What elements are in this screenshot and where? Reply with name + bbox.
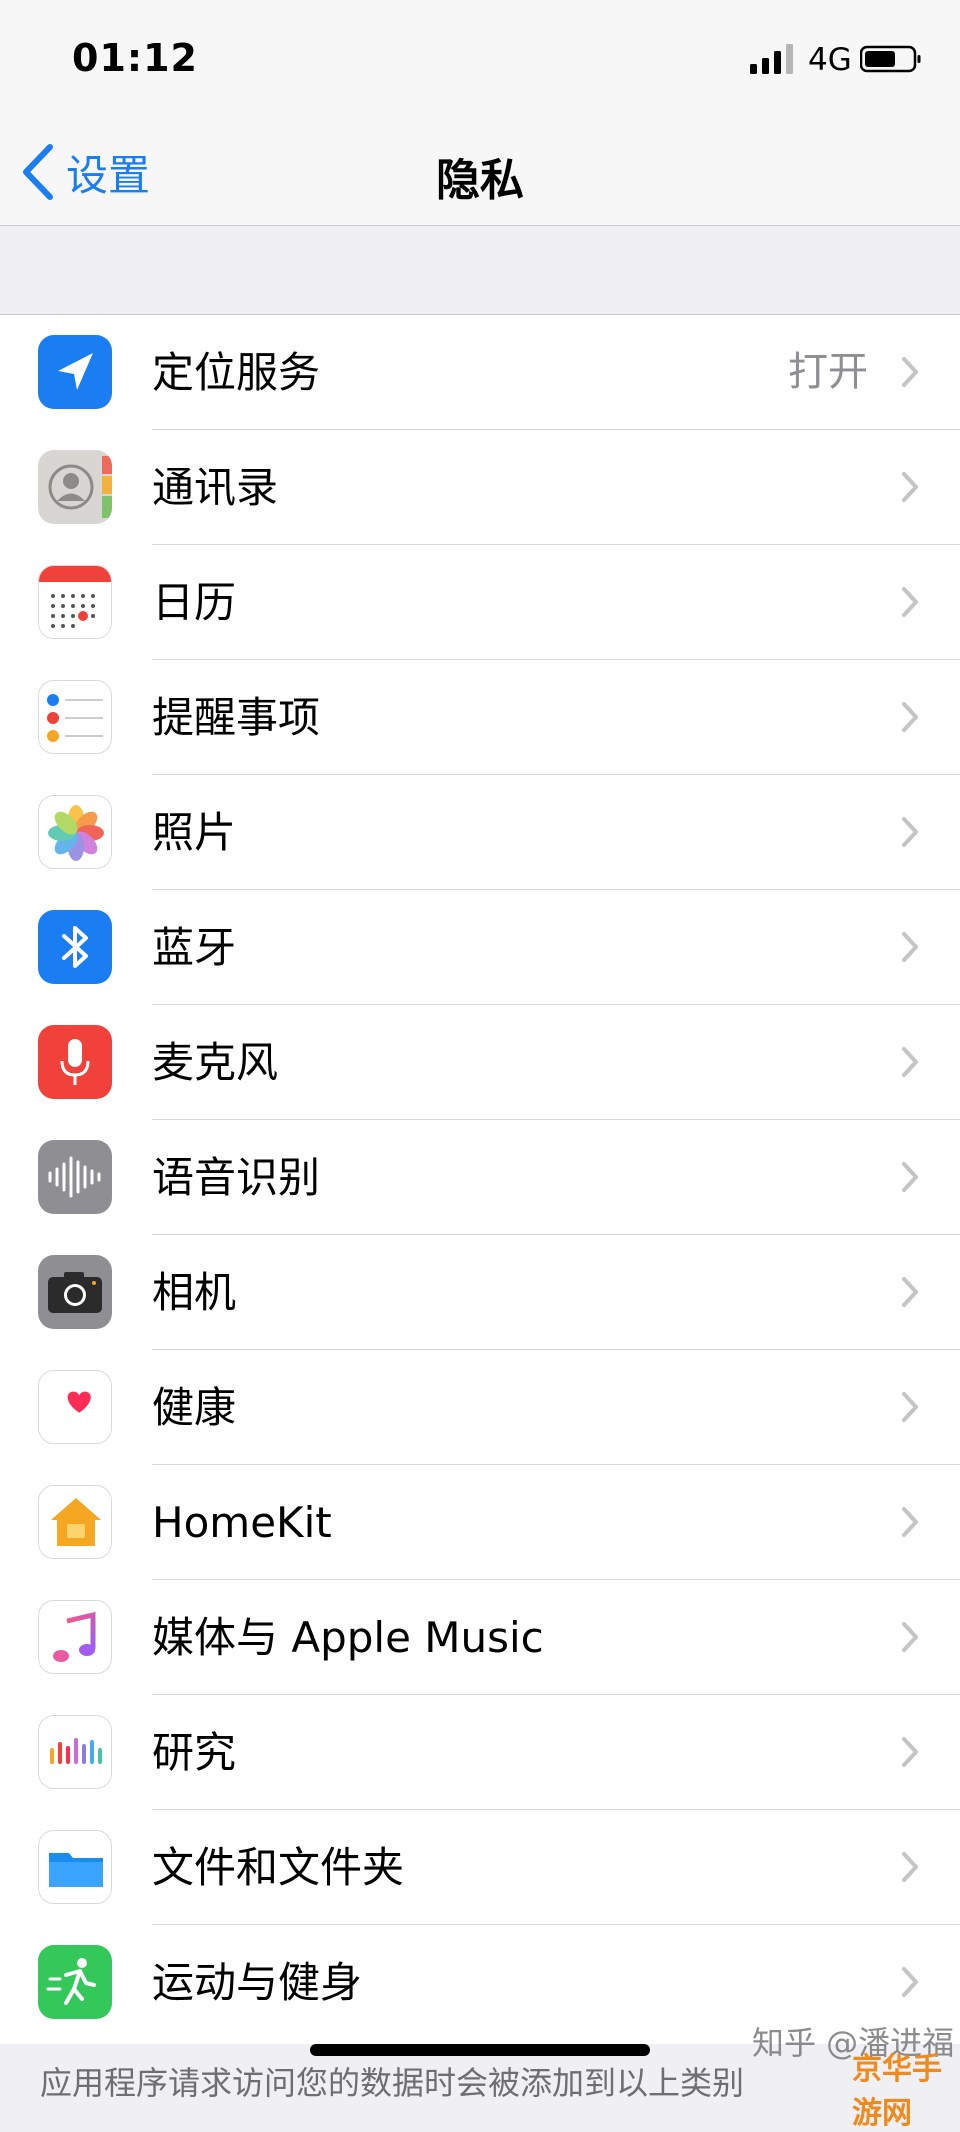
list-item-label: 语音识别: [152, 1153, 321, 1202]
homekit-icon: [38, 1485, 112, 1559]
privacy-list: 定位服务 打开 通讯录 日历 提醒事项 照片 蓝牙 麦克风 语音识别 相机 健康…: [0, 314, 960, 2044]
chevron-right-icon: [902, 587, 918, 617]
list-item-camera[interactable]: 相机: [0, 1235, 960, 1350]
photos-icon: [38, 795, 112, 869]
list-item-contacts[interactable]: 通讯录: [0, 430, 960, 545]
list-item-calendar[interactable]: 日历: [0, 545, 960, 660]
health-icon: [38, 1370, 112, 1444]
list-item-speech-recognition[interactable]: 语音识别: [0, 1120, 960, 1235]
list-item-location-services[interactable]: 定位服务 打开: [0, 315, 960, 430]
speech-recognition-icon: [38, 1140, 112, 1214]
battery-icon: [860, 45, 921, 73]
camera-icon: [38, 1255, 112, 1329]
list-item-bluetooth[interactable]: 蓝牙: [0, 890, 960, 1005]
folder-icon: [38, 1830, 112, 1904]
chevron-right-icon: [902, 1392, 918, 1422]
chevron-right-icon: [902, 357, 918, 387]
microphone-icon: [38, 1025, 112, 1099]
list-item-label: 相机: [152, 1268, 237, 1317]
list-item-label: 日历: [152, 578, 237, 627]
list-item-media-apple-music[interactable]: 媒体与 Apple Music: [0, 1580, 960, 1695]
chevron-right-icon: [902, 932, 918, 962]
footer-note: 应用程序请求访问您的数据时会被添加到以上类别: [40, 2064, 745, 2102]
chevron-right-icon: [902, 702, 918, 732]
list-item-label: HomeKit: [152, 1498, 332, 1547]
list-item-health[interactable]: 健康: [0, 1350, 960, 1465]
location-icon: [38, 335, 112, 409]
home-indicator: [310, 2044, 650, 2056]
status-bar: 01:12 4G: [0, 0, 960, 120]
list-item-label: 提醒事项: [152, 693, 321, 742]
chevron-right-icon: [902, 1852, 918, 1882]
contacts-icon: [38, 450, 112, 524]
chevron-right-icon: [902, 472, 918, 502]
chevron-right-icon: [902, 1162, 918, 1192]
chevron-right-icon: [902, 1277, 918, 1307]
calendar-icon: [38, 565, 112, 639]
research-icon: [38, 1715, 112, 1789]
list-item-label: 研究: [152, 1728, 237, 1777]
page-title: 隐私: [436, 155, 524, 206]
chevron-right-icon: [902, 1967, 918, 1997]
chevron-right-icon: [902, 1622, 918, 1652]
list-item-label: 麦克风: [152, 1038, 279, 1087]
list-item-photos[interactable]: 照片: [0, 775, 960, 890]
status-time: 01:12: [72, 36, 198, 80]
music-icon: [38, 1600, 112, 1674]
list-item-label: 运动与健身: [152, 1958, 363, 2007]
list-item-microphone[interactable]: 麦克风: [0, 1005, 960, 1120]
chevron-right-icon: [902, 1047, 918, 1077]
network-type: 4G: [808, 42, 852, 78]
list-item-homekit[interactable]: HomeKit: [0, 1465, 960, 1580]
list-item-label: 定位服务: [152, 348, 321, 397]
cellular-signal-icon: [750, 44, 793, 74]
list-item-reminders[interactable]: 提醒事项: [0, 660, 960, 775]
list-item-label: 健康: [152, 1383, 237, 1432]
list-item-label: 蓝牙: [152, 923, 237, 972]
list-item-label: 媒体与 Apple Music: [152, 1613, 544, 1662]
list-item-value: 打开: [788, 349, 868, 395]
fitness-icon: [38, 1945, 112, 2019]
list-item-label: 文件和文件夹: [152, 1843, 405, 1892]
chevron-right-icon: [902, 817, 918, 847]
navigation-bar: 设置 隐私: [0, 120, 960, 226]
bluetooth-icon: [38, 910, 112, 984]
chevron-right-icon: [902, 1507, 918, 1537]
site-logo-watermark: 京华手游网: [852, 2052, 942, 2131]
list-item-files-and-folders[interactable]: 文件和文件夹: [0, 1810, 960, 1925]
list-item-label: 通讯录: [152, 463, 279, 512]
list-item-label: 照片: [152, 808, 237, 857]
chevron-right-icon: [902, 1737, 918, 1767]
reminders-icon: [38, 680, 112, 754]
list-item-research[interactable]: 研究: [0, 1695, 960, 1810]
